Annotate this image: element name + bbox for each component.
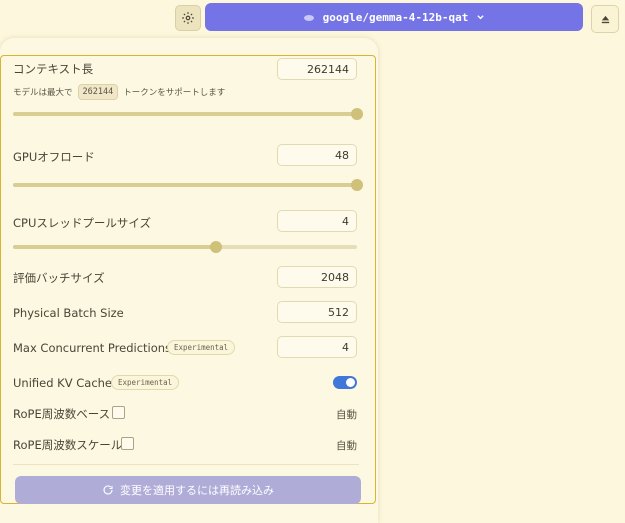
unified-kv-label: Unified KV Cache <box>13 376 113 390</box>
rope-base-checkbox[interactable] <box>112 406 125 419</box>
gpu-offload-label: GPUオフロード <box>13 150 95 164</box>
physical-batch-input[interactable]: 512 <box>277 301 357 323</box>
experimental-badge: Experimental <box>167 340 236 355</box>
physical-batch-label: Physical Batch Size <box>13 306 124 320</box>
unified-kv-toggle[interactable] <box>333 376 357 389</box>
context-length-slider[interactable] <box>13 108 363 120</box>
divider <box>13 464 359 465</box>
cpu-threads-slider-thumb[interactable] <box>209 241 222 253</box>
cpu-threads-label: CPUスレッドプールサイズ <box>13 216 152 230</box>
cpu-threads-slider[interactable] <box>13 241 357 253</box>
model-selector[interactable]: google/gemma-4-12b-qat <box>205 3 583 31</box>
chevron-down-icon <box>477 14 485 19</box>
model-name: google/gemma-4-12b-qat <box>322 10 469 24</box>
max-concurrent-label: Max Concurrent Predictions <box>13 341 172 355</box>
top-bar: google/gemma-4-12b-qat <box>0 0 625 38</box>
gear-icon <box>182 12 194 24</box>
context-length-label: コンテキスト長 <box>13 62 94 76</box>
hint-max-tokens: 262144 <box>77 84 119 100</box>
refresh-icon <box>103 485 113 495</box>
gpu-offload-slider-thumb[interactable] <box>351 179 363 191</box>
context-length-hint: モデルは最大で 262144 トークンをサポートします <box>13 84 225 100</box>
context-length-slider-fill <box>13 112 357 116</box>
rope-base-label: RoPE周波数ベース <box>13 407 111 421</box>
rope-scale-value: 自動 <box>336 440 357 452</box>
context-length-slider-thumb[interactable] <box>351 108 363 120</box>
cpu-threads-input[interactable]: 4 <box>277 210 357 232</box>
reload-to-apply-label: 変更を適用するには再読み込み <box>120 484 274 497</box>
experimental-badge: Experimental <box>111 375 180 390</box>
context-length-input[interactable]: 262144 <box>277 58 357 80</box>
gpu-offload-slider[interactable] <box>13 179 363 191</box>
max-concurrent-input[interactable]: 4 <box>277 336 357 358</box>
rope-base-value: 自動 <box>336 409 357 421</box>
hint-suffix: トークンをサポートします <box>123 88 226 98</box>
cpu-threads-slider-fill <box>13 245 216 249</box>
eval-batch-label: 評価バッチサイズ <box>13 271 105 285</box>
gpu-offload-input[interactable]: 48 <box>277 144 357 166</box>
eject-button[interactable] <box>591 5 619 33</box>
model-cloud-icon <box>303 15 314 21</box>
gpu-offload-slider-fill <box>13 183 357 187</box>
settings-button[interactable] <box>175 5 201 31</box>
toggle-knob <box>346 378 355 387</box>
reload-to-apply-button[interactable]: 変更を適用するには再読み込み <box>15 476 361 504</box>
rope-scale-label: RoPE周波数スケール <box>13 438 123 452</box>
eject-icon <box>601 15 609 23</box>
eval-batch-input[interactable]: 2048 <box>277 266 357 288</box>
hint-prefix: モデルは最大で <box>13 88 73 98</box>
rope-scale-checkbox[interactable] <box>121 437 134 450</box>
